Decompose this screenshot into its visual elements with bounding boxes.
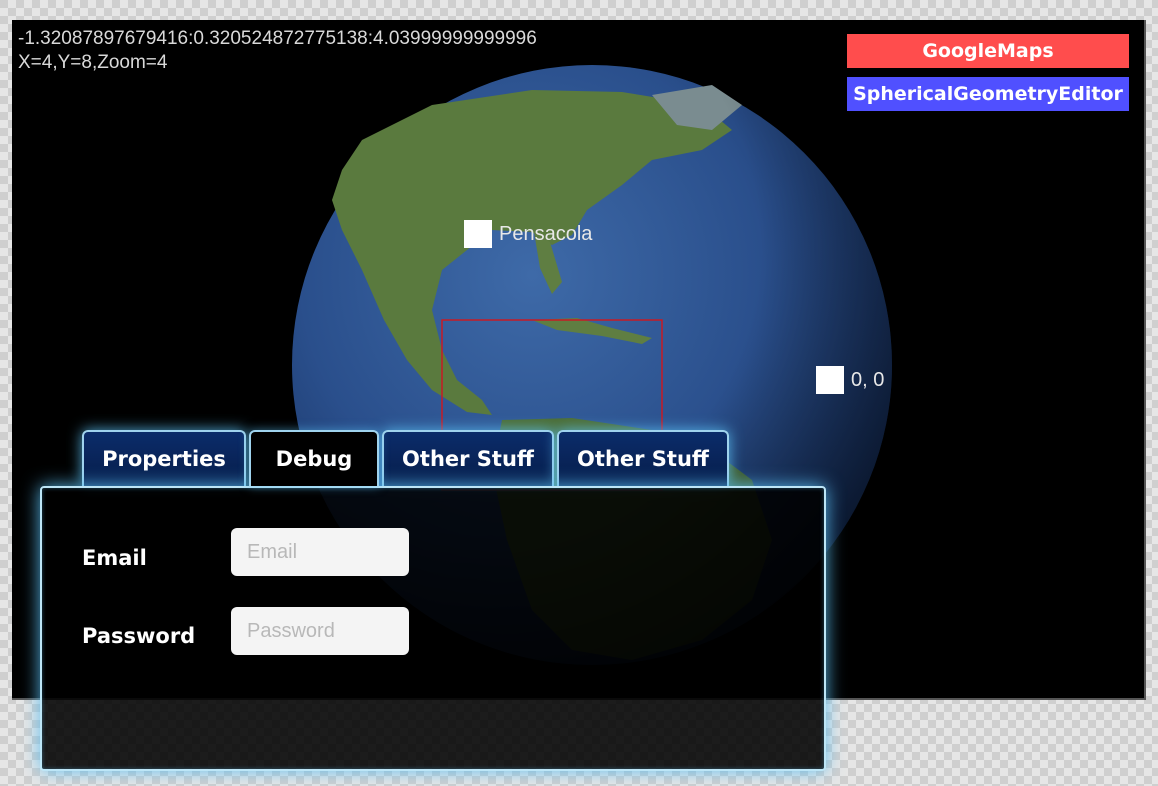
tile-readout: X=4,Y=8,Zoom=4	[18, 52, 168, 73]
spherical-geometry-editor-button[interactable]: SphericalGeometryEditor	[847, 77, 1129, 111]
tab-other-stuff-1[interactable]: Other Stuff	[382, 430, 554, 486]
marker-square-icon	[464, 220, 492, 248]
email-label: Email	[82, 546, 147, 570]
origin-marker[interactable]: 0, 0	[816, 366, 884, 394]
coordinate-readout: -1.32087897679416:0.320524872775138:4.03…	[18, 28, 537, 49]
google-maps-button[interactable]: GoogleMaps	[847, 34, 1129, 68]
tab-properties[interactable]: Properties	[82, 430, 246, 486]
email-field[interactable]	[231, 528, 409, 576]
pensacola-marker[interactable]: Pensacola	[464, 220, 592, 248]
marker-label: 0, 0	[851, 368, 885, 391]
password-label: Password	[82, 624, 196, 648]
tab-other-stuff-2[interactable]: Other Stuff	[557, 430, 729, 486]
marker-square-icon	[816, 366, 844, 394]
marker-label: Pensacola	[499, 222, 593, 245]
password-field[interactable]	[231, 607, 409, 655]
settings-panel: Email Password	[40, 486, 826, 771]
tab-debug[interactable]: Debug	[249, 430, 379, 486]
